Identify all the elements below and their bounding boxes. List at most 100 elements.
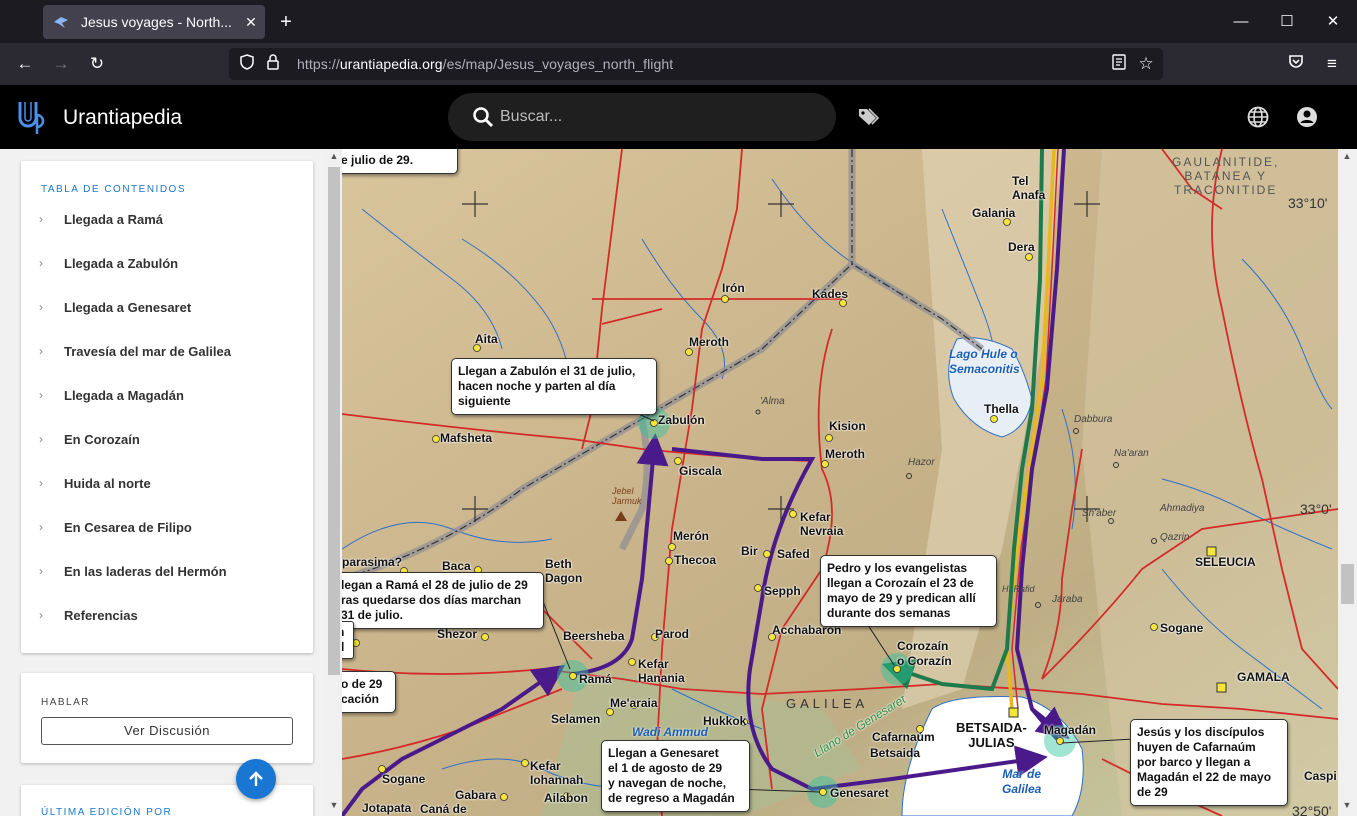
map-label-giscala: Giscala bbox=[679, 464, 722, 478]
map-label-seleucia: SELEUCIA bbox=[1195, 555, 1256, 569]
map-label-shaaber: Sh'aber bbox=[1082, 508, 1117, 519]
route-map[interactable]: Tel Anafa Galania Dera Irón Kades Aita M… bbox=[342, 149, 1338, 816]
toc-item[interactable]: › Huida al norte bbox=[39, 468, 299, 498]
search-box[interactable] bbox=[448, 93, 836, 141]
toc-item[interactable]: › En Cesarea de Filipo bbox=[39, 512, 299, 542]
lock-icon[interactable] bbox=[263, 54, 283, 74]
toc-item[interactable]: › En Corozaín bbox=[39, 424, 299, 454]
region-label-gaulanitide: GAULANITIDE, BATANEA Y TRACONITIDE bbox=[1172, 155, 1280, 197]
map-graphic bbox=[342, 149, 1338, 816]
toc-item[interactable]: › Llegada a Ramá bbox=[39, 204, 299, 234]
callout-genesaret: Llegan a Genesaret el 1 de agosto de 29 … bbox=[601, 740, 750, 812]
close-window-icon[interactable]: ✕ bbox=[1310, 8, 1356, 36]
sidebar-scrollbar[interactable]: ▲ ▼ bbox=[326, 149, 342, 816]
back-icon[interactable]: ← bbox=[11, 50, 39, 78]
page-scroll-thumb[interactable] bbox=[1341, 564, 1354, 604]
table-of-contents: TABLA DE CONTENIDOS › Llegada a Ramá › Lle… bbox=[21, 161, 313, 653]
map-label-meroth-2: Meroth bbox=[825, 447, 865, 461]
toc-item[interactable]: › Llegada a Genesaret bbox=[39, 292, 299, 322]
toc-item[interactable]: › En las laderas del Hermón bbox=[39, 556, 299, 586]
map-label-hazor: Hazor bbox=[908, 457, 935, 468]
map-label-parod: Parod bbox=[655, 627, 690, 641]
map-label-iron: Irón bbox=[722, 281, 745, 295]
map-label-jotapata: Jotapata bbox=[362, 801, 412, 815]
browser-tab-bar: Jesus voyages - North... ✕ + — ☐ ✕ bbox=[0, 0, 1357, 43]
tab-close-icon[interactable]: ✕ bbox=[237, 14, 265, 31]
maximize-icon[interactable]: ☐ bbox=[1264, 8, 1310, 36]
map-label-selamen: Selamen bbox=[551, 712, 601, 726]
map-label-sepph: Sepph bbox=[764, 584, 801, 598]
bookmark-star-icon[interactable]: ☆ bbox=[1136, 54, 1156, 74]
tags-icon[interactable] bbox=[856, 105, 880, 129]
toc-item-label: Travesía del mar de Galilea bbox=[64, 343, 231, 359]
sidebar: TABLA DE CONTENIDOS › Llegada a Ramá › Lle… bbox=[0, 149, 342, 816]
callout-rama: legan a Ramá el 28 de julio de 29 ras qu… bbox=[342, 572, 544, 629]
toc-item-label: Huida al norte bbox=[64, 475, 151, 491]
toc-item[interactable]: › Llegada a Magadán bbox=[39, 380, 299, 410]
map-label-gamala: GAMALA bbox=[1237, 670, 1290, 684]
map-label-mafsheta: Mafsheta bbox=[440, 431, 493, 445]
toc-item-label: En Cesarea de Filipo bbox=[64, 519, 192, 535]
callout-zabulon: Llegan a Zabulón el 31 de julio, hacen n… bbox=[451, 358, 657, 415]
map-label-galania: Galania bbox=[972, 206, 1016, 220]
water-label-wadi-ammud: Wadi Ammud bbox=[632, 725, 709, 739]
browser-tab[interactable]: Jesus voyages - North... ✕ bbox=[43, 5, 265, 39]
map-label-meroth: Meroth bbox=[689, 335, 729, 349]
callout-left-mid: o de 29 cación bbox=[342, 671, 396, 713]
site-brand[interactable]: Urantiapedia bbox=[63, 106, 182, 130]
map-label-safed: Safed bbox=[777, 547, 810, 561]
page-scrollbar[interactable]: ▲ ▼ bbox=[1338, 149, 1357, 816]
map-label-beth-dagon: Beth Dagon bbox=[545, 557, 583, 585]
map-label-thella: Thella bbox=[984, 402, 1019, 416]
toc-item-label: Llegada a Zabulón bbox=[64, 255, 179, 271]
chevron-right-icon: › bbox=[39, 212, 43, 226]
map-label-ahmadiya: Ahmadiya bbox=[1160, 503, 1205, 514]
map-label-cana: Caná de bbox=[420, 802, 467, 816]
sidebar-scroll-thumb[interactable] bbox=[328, 167, 340, 675]
toc-heading: TABLA DE CONTENIDOS bbox=[41, 184, 187, 195]
shield-icon[interactable] bbox=[237, 54, 257, 74]
url-text[interactable]: https://urantiapedia.org/es/map/Jesus_vo… bbox=[297, 56, 673, 72]
toc-item[interactable]: › Travesía del mar de Galilea bbox=[39, 336, 299, 366]
search-input[interactable] bbox=[500, 105, 800, 129]
callout-corozain: Pedro y los evangelistas llegan a Coroza… bbox=[820, 555, 997, 627]
view-discussion-button[interactable]: Ver Discusión bbox=[41, 717, 293, 745]
map-label-alma: 'Alma bbox=[760, 396, 785, 407]
map-label-shezor: Shezor bbox=[437, 627, 478, 641]
search-icon bbox=[472, 106, 494, 133]
toc-item-label: Llegada a Magadán bbox=[64, 387, 184, 403]
scroll-down-icon[interactable]: ▼ bbox=[326, 800, 342, 814]
map-label-qazrin: Qazrin bbox=[1160, 532, 1190, 543]
page-scroll-down-icon[interactable]: ▼ bbox=[1339, 800, 1355, 814]
url-bar[interactable]: https://urantiapedia.org/es/map/Jesus_vo… bbox=[229, 48, 1163, 80]
menu-icon[interactable]: ≡ bbox=[1318, 50, 1346, 78]
map-label-parasima: parasima? bbox=[342, 555, 403, 569]
callout-top-left: en barco hacia e julio de 29. bbox=[342, 149, 458, 174]
map-label-aita: Aita bbox=[475, 332, 498, 346]
url-path: /es/map/Jesus_voyages_north_flight bbox=[442, 56, 674, 72]
map-label-corozain: Corozaín o Corazín bbox=[897, 639, 952, 668]
map-label-hukkok: Hukkok bbox=[703, 714, 747, 728]
chevron-right-icon: › bbox=[39, 388, 43, 402]
reload-icon[interactable]: ↻ bbox=[83, 50, 111, 78]
map-label-jebel-jarmuk: Jebel Jarmuk bbox=[612, 486, 642, 506]
url-host: urantiapedia.org bbox=[339, 56, 443, 72]
account-icon[interactable] bbox=[1295, 105, 1319, 129]
map-label-thecoa: Thecoa bbox=[674, 553, 717, 567]
urantiapedia-logo-icon[interactable] bbox=[17, 98, 51, 136]
toc-item[interactable]: › Llegada a Zabulón bbox=[39, 248, 299, 278]
talk-card: HABLAR Ver Discusión bbox=[21, 673, 313, 763]
forward-icon[interactable]: → bbox=[47, 50, 75, 78]
pocket-icon[interactable] bbox=[1282, 50, 1310, 78]
map-label-zabulon: Zabulón bbox=[658, 413, 705, 427]
map-label-sogane-west: Sogane bbox=[382, 772, 426, 786]
minimize-icon[interactable]: — bbox=[1218, 8, 1264, 36]
map-label-bir: Bir bbox=[741, 544, 758, 558]
page-scroll-up-icon[interactable]: ▲ bbox=[1339, 151, 1355, 165]
new-tab-icon[interactable]: + bbox=[274, 10, 298, 34]
toc-item[interactable]: › Referencias bbox=[39, 600, 299, 630]
reader-view-icon[interactable] bbox=[1109, 54, 1129, 74]
scroll-to-top-button[interactable] bbox=[236, 759, 276, 799]
language-globe-icon[interactable] bbox=[1246, 105, 1270, 129]
scroll-up-icon[interactable]: ▲ bbox=[326, 151, 342, 165]
